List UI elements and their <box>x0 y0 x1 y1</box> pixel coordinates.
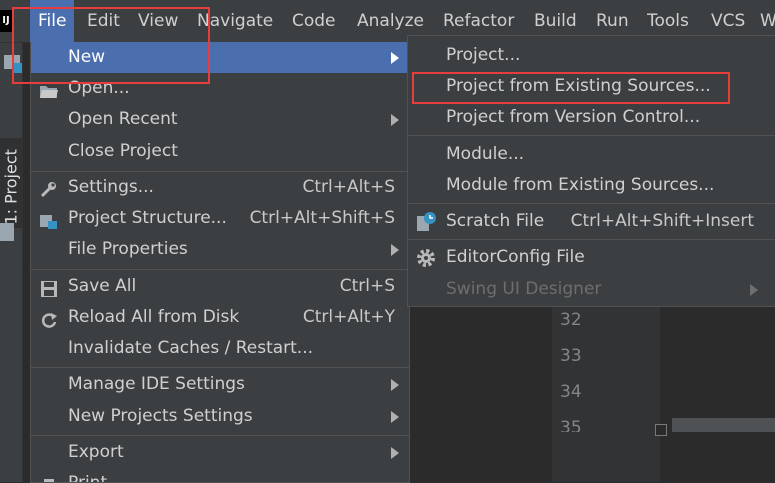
submenu-item-label: Swing UI Designer <box>446 279 602 299</box>
menu-item-label: Open Recent <box>68 109 178 129</box>
submenu-item-shortcut: Ctrl+Alt+Shift+Insert <box>570 211 754 231</box>
menu-separator <box>31 435 409 436</box>
menu-item-export[interactable]: Export <box>31 437 409 468</box>
submenu-arrow-icon <box>391 379 399 391</box>
submenu-item-editorconfig-file[interactable]: EditorConfig File <box>408 242 775 273</box>
menu-item-invalidate-caches[interactable]: Invalidate Caches / Restart... <box>31 333 409 364</box>
project-structure-icon <box>39 210 59 229</box>
left-tool-strip: 1: Project <box>0 43 23 482</box>
submenu-item-label: Module... <box>446 144 525 164</box>
menu-item-shortcut: Ctrl+S <box>339 276 395 296</box>
submenu-item-scratch-file[interactable]: Scratch File Ctrl+Alt+Shift+Insert <box>408 206 775 237</box>
submenu-arrow-icon <box>391 52 399 64</box>
submenu-item-label: Scratch File <box>446 211 545 231</box>
horizontal-scrollbar[interactable] <box>672 418 775 432</box>
line-number: 35 <box>560 418 582 432</box>
menu-item-label: New Projects Settings <box>68 406 253 426</box>
highlight-box-file-new <box>12 7 210 84</box>
menu-item-shortcut: Ctrl+Alt+S <box>302 177 395 197</box>
menu-item-reload-all[interactable]: Reload All from Disk Ctrl+Alt+Y <box>31 302 409 333</box>
submenu-item-project-from-vcs[interactable]: Project from Version Control... <box>408 102 775 133</box>
menu-item-label: Export <box>68 442 124 462</box>
line-number: 34 <box>560 382 582 402</box>
menu-separator <box>408 239 775 240</box>
menu-separator <box>408 135 775 136</box>
project-tool-tab[interactable]: 1: Project <box>0 138 22 228</box>
project-tool-tab-label: 1: Project <box>1 149 21 225</box>
menu-item-shortcut: Ctrl+Alt+Shift+S <box>249 208 395 228</box>
line-number: 33 <box>560 346 582 366</box>
submenu-arrow-icon <box>391 411 399 423</box>
reload-icon <box>39 309 59 328</box>
menu-item-label: Print... <box>68 468 123 482</box>
menu-item-label: Settings... <box>68 177 154 197</box>
submenu-item-label: Project from Version Control... <box>446 107 701 127</box>
menu-item-close-project[interactable]: Close Project <box>31 136 409 167</box>
submenu-item-module-from-existing-sources[interactable]: Module from Existing Sources... <box>408 170 775 201</box>
gear-icon <box>416 248 436 268</box>
submenu-arrow-icon <box>391 244 399 256</box>
submenu-item-label: Project... <box>446 45 521 65</box>
menu-item-manage-ide-settings[interactable]: Manage IDE Settings <box>31 369 409 400</box>
menu-separator <box>31 367 409 368</box>
submenu-item-swing-ui-designer: Swing UI Designer <box>408 274 775 305</box>
menu-separator <box>31 269 409 270</box>
scratch-file-icon <box>416 212 436 232</box>
menu-item-label: Manage IDE Settings <box>68 374 245 394</box>
intellij-logo-icon: IJ <box>0 10 12 32</box>
print-icon <box>39 475 59 482</box>
highlight-box-existing-sources <box>412 72 730 104</box>
menu-item-open-recent[interactable]: Open Recent <box>31 104 409 135</box>
wrench-icon <box>39 179 59 198</box>
file-menu: New Open... Open Recent Close Project Se… <box>30 42 410 483</box>
submenu-item-project[interactable]: Project... <box>408 40 775 71</box>
menu-item-label: Close Project <box>68 141 178 161</box>
submenu-item-label: EditorConfig File <box>446 247 585 267</box>
menu-item-save-all[interactable]: Save All Ctrl+S <box>31 271 409 302</box>
submenu-item-label: Module from Existing Sources... <box>446 175 715 195</box>
menu-item-label: Invalidate Caches / Restart... <box>68 338 314 358</box>
menu-item-new-projects-settings[interactable]: New Projects Settings <box>31 401 409 432</box>
menu-item-label: File Properties <box>68 239 188 259</box>
fold-toggle[interactable] <box>655 424 667 436</box>
editor-content[interactable] <box>660 300 775 482</box>
submenu-item-module[interactable]: Module... <box>408 139 775 170</box>
line-number: 32 <box>560 310 582 330</box>
menu-item-file-properties[interactable]: File Properties <box>31 234 409 265</box>
folder-icon <box>0 223 14 241</box>
menu-item-print[interactable]: Print... <box>31 468 409 482</box>
menu-code[interactable]: Code <box>284 0 344 42</box>
submenu-arrow-icon <box>391 447 399 459</box>
submenu-arrow-icon <box>391 114 399 126</box>
menu-item-label: Project Structure... <box>68 208 227 228</box>
menu-item-label: Save All <box>68 276 137 296</box>
menu-item-shortcut: Ctrl+Alt+Y <box>302 307 395 327</box>
submenu-arrow-icon <box>750 284 758 296</box>
menu-separator <box>408 203 775 204</box>
menu-item-label: Reload All from Disk <box>68 307 240 327</box>
menu-item-project-structure[interactable]: Project Structure... Ctrl+Alt+Shift+S <box>31 203 409 234</box>
save-icon <box>39 278 59 297</box>
menu-item-settings[interactable]: Settings... Ctrl+Alt+S <box>31 172 409 203</box>
